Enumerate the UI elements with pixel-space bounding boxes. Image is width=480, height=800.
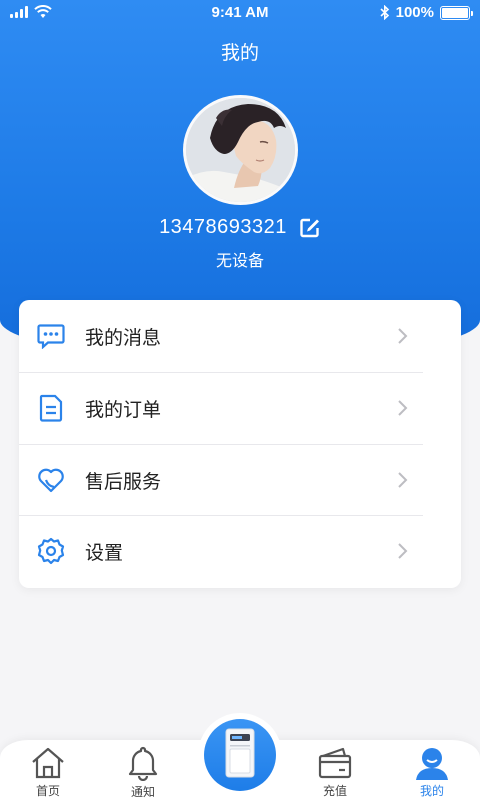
user-icon [414, 745, 450, 780]
menu-item-after-sales[interactable]: 售后服务 [19, 444, 423, 516]
tab-profile[interactable]: 我的 [397, 745, 467, 799]
device-icon [222, 727, 258, 784]
chevron-right-icon [398, 328, 408, 344]
menu-item-messages[interactable]: 我的消息 [19, 300, 423, 372]
wallet-icon [317, 745, 353, 780]
status-bar: 9:41 AM 100% [0, 0, 480, 26]
user-info-line: 13478693321 [0, 216, 480, 239]
phone-number: 13478693321 [159, 216, 287, 238]
menu-item-label: 我的订单 [85, 399, 162, 421]
battery-icon [440, 5, 473, 20]
order-icon [37, 394, 65, 422]
settings-icon [37, 537, 65, 565]
status-right: 100% [380, 4, 473, 21]
tab-label: 充值 [322, 784, 347, 798]
device-center-button[interactable] [204, 719, 276, 791]
tab-label: 我的 [419, 784, 444, 798]
tab-notifications[interactable]: 通知 [108, 745, 178, 799]
menu-item-orders[interactable]: 我的订单 [19, 372, 423, 444]
tab-label: 通知 [130, 785, 155, 799]
menu-item-label: 我的消息 [85, 327, 162, 349]
device-status: 无设备 [215, 253, 264, 270]
edit-icon[interactable] [299, 217, 321, 239]
tab-label: 首页 [35, 784, 60, 798]
bluetooth-icon [380, 5, 389, 20]
page-title: 我的 [220, 43, 259, 64]
menu-item-label: 设置 [85, 542, 124, 564]
menu-item-label: 售后服务 [85, 471, 162, 493]
bell-icon [125, 745, 161, 781]
tab-home[interactable]: 首页 [13, 745, 83, 799]
battery-percent: 100% [395, 4, 434, 21]
heart-icon [37, 466, 65, 494]
tab-recharge[interactable]: 充值 [300, 745, 370, 799]
avatar[interactable] [183, 95, 298, 205]
home-icon [30, 745, 66, 780]
chevron-right-icon [398, 400, 408, 416]
chevron-right-icon [398, 543, 408, 559]
menu-item-settings[interactable]: 设置 [19, 515, 423, 587]
message-icon [37, 322, 65, 350]
chevron-right-icon [398, 472, 408, 488]
